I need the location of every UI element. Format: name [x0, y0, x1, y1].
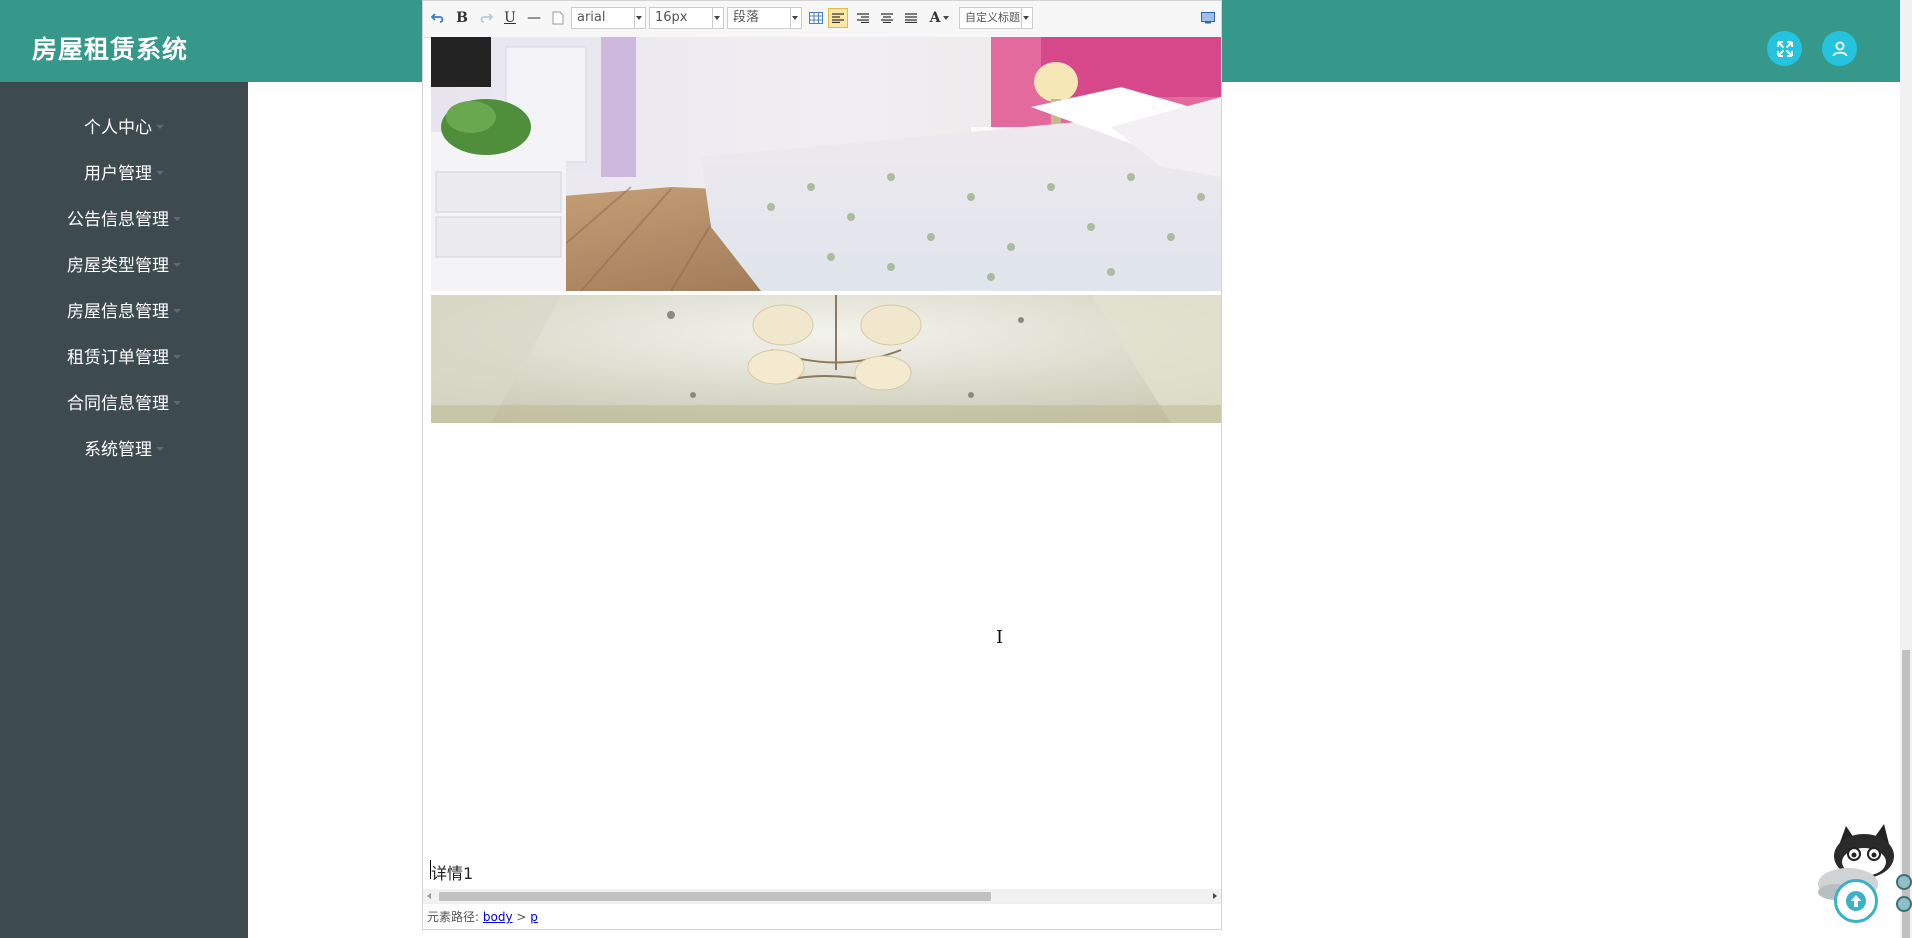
sidebar-item-label: 公告信息管理 — [67, 209, 169, 230]
chevron-down-icon — [156, 124, 164, 129]
chevron-down-icon — [173, 262, 181, 267]
chevron-down-icon — [173, 400, 181, 405]
horizontal-scrollbar[interactable] — [423, 889, 1221, 903]
font-size-value: 16px — [655, 10, 688, 25]
sidebar-item-personal-center[interactable]: 个人中心 — [0, 107, 248, 143]
chevron-down-icon — [156, 170, 164, 175]
ibeam-cursor-icon: Ⅰ — [996, 627, 1004, 648]
chevron-down-icon — [173, 354, 181, 359]
scroll-right-icon[interactable] — [1213, 893, 1217, 899]
redo-icon[interactable] — [476, 8, 496, 28]
app-title: 房屋租赁系统 — [32, 35, 189, 64]
document-icon[interactable] — [548, 8, 568, 28]
horizontal-rule-button[interactable]: — — [524, 8, 544, 28]
sidebar-item-notice-management[interactable]: 公告信息管理 — [0, 199, 248, 235]
paragraph-value: 段落 — [733, 10, 760, 25]
sidebar-item-rental-order-management[interactable]: 租赁订单管理 — [0, 337, 248, 373]
sidebar-item-house-type-management[interactable]: 房屋类型管理 — [0, 245, 248, 281]
bedroom-image — [431, 37, 1221, 291]
detail-text: 详情1 — [431, 864, 474, 883]
font-size-select[interactable]: 16px — [649, 7, 724, 29]
element-path-label: 元素路径: — [427, 910, 480, 924]
bold-button[interactable]: B — [452, 8, 472, 28]
table-icon[interactable] — [806, 8, 826, 28]
sidebar-item-label: 房屋信息管理 — [67, 301, 169, 322]
editor-content[interactable]: 详情1 Ⅰ — [423, 37, 1221, 889]
sidebar-item-house-info-management[interactable]: 房屋信息管理 — [0, 291, 248, 327]
sidebar-item-user-management[interactable]: 用户管理 — [0, 153, 248, 189]
rich-text-editor: B U — arial 16px 段落 A 自定义标题 详情1 Ⅰ 元素路径: … — [422, 0, 1222, 930]
paragraph-select[interactable]: 段落 — [727, 7, 802, 29]
editor-toolbar: B U — arial 16px 段落 A 自定义标题 — [423, 1, 1221, 38]
user-icon[interactable] — [1822, 31, 1857, 66]
align-justify-icon[interactable] — [901, 8, 921, 28]
scroll-left-icon[interactable] — [427, 893, 431, 899]
chevron-down-icon — [156, 446, 164, 451]
chevron-down-icon — [173, 216, 181, 221]
font-family-select[interactable]: arial — [571, 7, 646, 29]
sidebar: 个人中心 用户管理 公告信息管理 房屋类型管理 房屋信息管理 租赁订单管理 合同… — [0, 82, 248, 938]
chevron-down-icon — [173, 308, 181, 313]
sidebar-item-system-management[interactable]: 系统管理 — [0, 429, 248, 465]
ceiling-lamp-image — [431, 295, 1221, 423]
back-to-top-button[interactable] — [1834, 879, 1878, 923]
sidebar-item-label: 合同信息管理 — [67, 393, 169, 414]
sidebar-item-contract-management[interactable]: 合同信息管理 — [0, 383, 248, 419]
custom-title-value: 自定义标题 — [965, 11, 1020, 24]
sidebar-item-label: 用户管理 — [84, 163, 152, 184]
element-path-body-link[interactable]: body — [483, 910, 513, 924]
element-path-p-link[interactable]: p — [530, 910, 538, 924]
align-left-icon[interactable] — [828, 8, 848, 28]
align-right-icon[interactable] — [853, 8, 873, 28]
chevron-down-icon[interactable] — [941, 8, 951, 28]
fullscreen-icon[interactable] — [1767, 31, 1802, 66]
arrow-up-icon — [1846, 891, 1866, 911]
horizontal-scroll-thumb[interactable] — [439, 892, 991, 901]
element-path-bar: 元素路径: body > p — [423, 903, 1221, 929]
custom-title-select[interactable]: 自定义标题 — [959, 7, 1033, 29]
sidebar-item-label: 个人中心 — [84, 117, 152, 138]
underline-button[interactable]: U — [500, 8, 520, 28]
undo-icon[interactable] — [428, 8, 448, 28]
element-path-separator: > — [516, 910, 527, 924]
sidebar-item-label: 系统管理 — [84, 439, 152, 460]
sidebar-item-label: 租赁订单管理 — [67, 347, 169, 368]
font-family-value: arial — [577, 10, 606, 25]
sidebar-item-label: 房屋类型管理 — [67, 255, 169, 276]
align-center-icon[interactable] — [877, 8, 897, 28]
page-scrollbar[interactable] — [1900, 0, 1912, 938]
preview-icon[interactable] — [1198, 8, 1218, 28]
